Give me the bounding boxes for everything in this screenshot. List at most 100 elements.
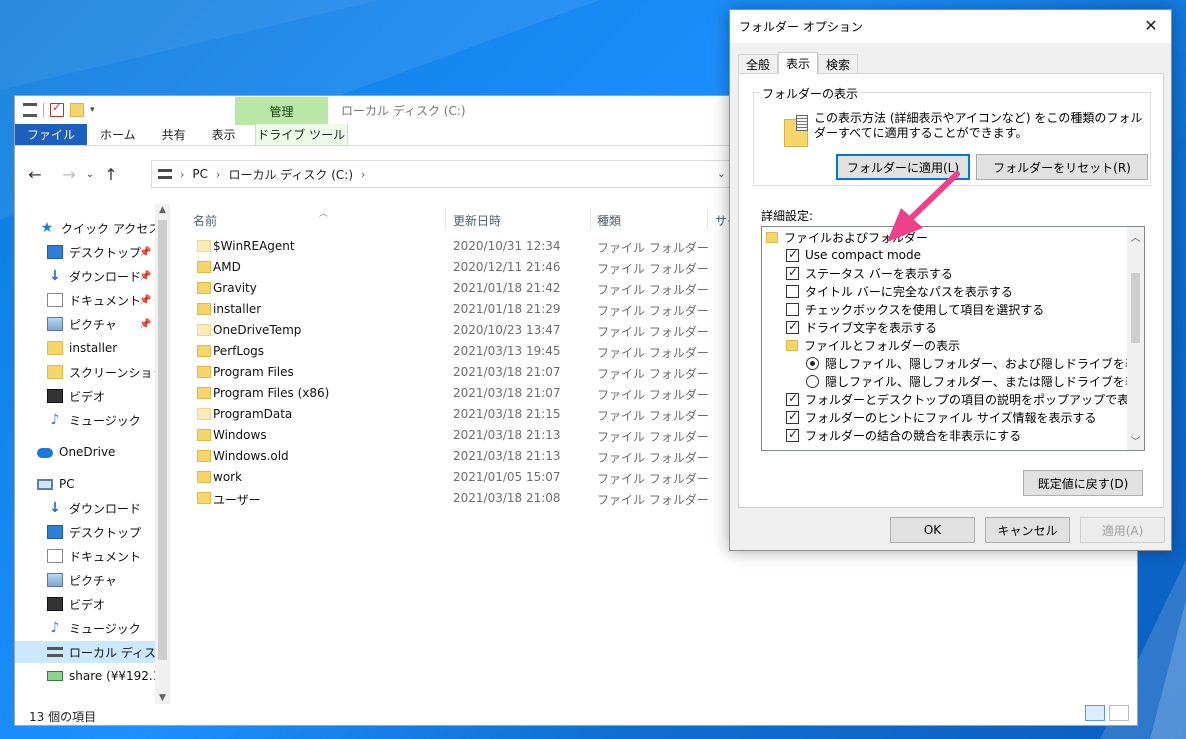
properties-check-icon[interactable]	[50, 101, 64, 117]
advanced-setting-item[interactable]: Use compact mode	[762, 246, 1128, 264]
table-row[interactable]: Windows.old 2021/03/18 21:13 ファイル フォルダー	[185, 446, 725, 467]
checkbox[interactable]	[786, 265, 799, 280]
advanced-settings-scrollbar[interactable]: ︿ ﹀	[1127, 227, 1144, 450]
table-row[interactable]: PerfLogs 2021/03/13 19:45 ファイル フォルダー	[185, 341, 725, 362]
advanced-setting-item[interactable]: 隠しファイル、隠しフォルダー、および隠しドライブを表示する	[762, 354, 1144, 372]
checkbox[interactable]	[786, 302, 799, 316]
manage-contextual-tab[interactable]: 管理	[235, 97, 328, 125]
column-header-date[interactable]: 更新日時	[453, 208, 501, 232]
checkbox[interactable]	[786, 284, 799, 298]
sidebar-item-desktop[interactable]: デスクトップ 📌	[15, 241, 170, 263]
advanced-setting-item[interactable]: ドライブ文字を表示する	[762, 318, 1128, 336]
apply-to-folders-button[interactable]: フォルダーに適用(L)	[836, 154, 970, 180]
checkbox[interactable]	[786, 247, 799, 262]
recent-locations-chevron-icon[interactable]: ⌄	[81, 162, 99, 186]
forward-arrow-icon[interactable]: →	[57, 162, 81, 186]
sidebar-item-pc-downloads[interactable]: ↓ ダウンロード	[15, 497, 170, 519]
tab-search[interactable]: 検索	[818, 54, 859, 74]
column-divider[interactable]	[590, 208, 591, 230]
checkbox[interactable]	[786, 391, 799, 406]
breadcrumb-pc[interactable]: PC	[192, 167, 208, 181]
close-icon[interactable]: ✕	[1141, 16, 1161, 35]
table-row[interactable]: Program Files (x86) 2021/03/18 21:07 ファイル …	[185, 383, 725, 404]
breadcrumb-local-disk[interactable]: ローカル ディスク (C:)	[228, 166, 353, 183]
sidebar-item-screenshots[interactable]: スクリーンショット	[15, 361, 170, 383]
cancel-button[interactable]: キャンセル	[985, 517, 1070, 543]
table-row[interactable]: Program Files 2021/03/18 21:07 ファイル フォルダー	[185, 362, 725, 383]
table-row[interactable]: work 2021/01/05 15:07 ファイル フォルダー	[185, 467, 725, 488]
radio-button[interactable]	[806, 374, 819, 388]
sidebar-item-pc-documents[interactable]: ドキュメント	[15, 545, 170, 567]
address-bar[interactable]: › PC › ローカル ディスク (C:) › ⌄	[151, 160, 731, 188]
reset-folders-button[interactable]: フォルダーをリセット(R)	[976, 154, 1148, 180]
tab-view[interactable]: 表示	[778, 52, 819, 74]
scroll-up-chevron-icon[interactable]: ︿	[1127, 229, 1144, 244]
table-row[interactable]: $WinREAgent 2020/10/31 12:34 ファイル フォルダー	[185, 236, 725, 257]
ok-button[interactable]: OK	[890, 517, 975, 543]
column-divider[interactable]	[445, 208, 446, 230]
table-row[interactable]: ユーザー 2021/03/18 21:08 ファイル フォルダー	[185, 488, 725, 509]
apply-button[interactable]: 適用(A)	[1080, 517, 1165, 543]
sidebar-item-pc[interactable]: PC	[15, 473, 170, 495]
checkbox[interactable]	[786, 427, 799, 442]
new-folder-icon[interactable]	[70, 103, 84, 117]
column-header-type[interactable]: 種類	[597, 208, 621, 232]
sidebar-item-onedrive[interactable]: OneDrive	[15, 441, 170, 463]
back-arrow-icon[interactable]: ←	[23, 162, 47, 186]
up-arrow-icon[interactable]: ↑	[99, 162, 123, 186]
sidebar-item-pictures[interactable]: ピクチャ 📌	[15, 313, 170, 335]
scroll-down-chevron-icon[interactable]: ▼	[155, 693, 170, 703]
details-view-icon[interactable]	[1085, 705, 1105, 721]
table-row[interactable]: installer 2021/01/18 21:29 ファイル フォルダー	[185, 299, 725, 320]
radio-button[interactable]	[806, 356, 819, 370]
scroll-up-chevron-icon[interactable]: ▲	[155, 205, 170, 215]
advanced-setting-item[interactable]: 隠しファイル、隠しフォルダー、または隠しドライブを表示しない	[762, 372, 1144, 390]
table-row[interactable]: AMD 2020/12/11 21:46 ファイル フォルダー	[185, 257, 725, 278]
sidebar-item-music[interactable]: ♪ ミュージック	[15, 409, 170, 431]
folder-icon	[766, 231, 778, 243]
scroll-down-chevron-icon[interactable]: ﹀	[1127, 433, 1144, 448]
column-header-name[interactable]: 名前 ︿	[193, 208, 328, 232]
file-name: Program Files (x86)	[213, 386, 330, 400]
sidebar-item-pc-pictures[interactable]: ピクチャ	[15, 569, 170, 591]
sidebar-item-local-disk[interactable]: ローカル ディスク (C:)	[15, 641, 170, 663]
sidebar-item-documents[interactable]: ドキュメント 📌	[15, 289, 170, 311]
tab-file[interactable]: ファイル	[15, 124, 88, 145]
tab-general[interactable]: 全般	[738, 54, 779, 74]
tab-home[interactable]: ホーム	[87, 124, 149, 145]
table-row[interactable]: OneDriveTemp 2020/10/23 13:47 ファイル フォルダー	[185, 320, 725, 341]
folder-views-group: フォルダーの表示 この表示方法 (詳細表示やアイコンなど) をこの種類のフォルダ…	[753, 85, 1151, 186]
sidebar-item-videos[interactable]: ビデオ	[15, 385, 170, 407]
scrollbar-thumb[interactable]	[1131, 273, 1140, 343]
sidebar-item-installer[interactable]: installer	[15, 337, 170, 359]
checkbox[interactable]	[786, 319, 799, 334]
checkbox[interactable]	[786, 409, 799, 424]
customize-toolbar-chevron-icon[interactable]: ▾	[90, 105, 95, 115]
advanced-setting-item[interactable]: チェックボックスを使用して項目を選択する	[762, 300, 1128, 318]
sidebar-item-network-share[interactable]: share (¥¥192.168	[15, 665, 170, 687]
sidebar-item-pc-music[interactable]: ♪ ミュージック	[15, 617, 170, 639]
advanced-setting-item[interactable]: フォルダーのヒントにファイル サイズ情報を表示する	[762, 408, 1128, 426]
large-icons-view-icon[interactable]	[1109, 705, 1129, 721]
restore-defaults-button[interactable]: 既定値に戻す(D)	[1023, 470, 1143, 496]
advanced-settings-list[interactable]: ファイルおよびフォルダー Use compact mode ステータス バーを表示す…	[761, 226, 1145, 451]
sidebar-item-quick-access[interactable]: ★ クイック アクセス	[15, 217, 170, 239]
file-name: PerfLogs	[213, 344, 265, 358]
sidebar-item-pc-videos[interactable]: ビデオ	[15, 593, 170, 615]
address-dropdown-chevron-icon[interactable]: ⌄	[717, 167, 726, 180]
sidebar-item-pc-desktop[interactable]: デスクトップ	[15, 521, 170, 543]
table-row[interactable]: Windows 2021/03/18 21:13 ファイル フォルダー	[185, 425, 725, 446]
advanced-setting-item[interactable]: フォルダーとデスクトップの項目の説明をポップアップで表示する	[762, 390, 1144, 408]
advanced-setting-item[interactable]: フォルダーの結合の競合を非表示にする	[762, 426, 1128, 444]
tab-view[interactable]: 表示	[199, 124, 249, 145]
scrollbar-thumb[interactable]	[158, 220, 167, 660]
sidebar-item-downloads[interactable]: ↓ ダウンロード 📌	[15, 265, 170, 287]
tab-share[interactable]: 共有	[149, 124, 199, 145]
column-divider[interactable]	[707, 208, 708, 230]
table-row[interactable]: ProgramData 2021/03/18 21:15 ファイル フォルダー	[185, 404, 725, 425]
navigation-pane-scrollbar[interactable]: ▲ ▼	[155, 204, 170, 704]
advanced-setting-item[interactable]: ステータス バーを表示する	[762, 264, 1128, 282]
table-row[interactable]: Gravity 2021/01/18 21:42 ファイル フォルダー	[185, 278, 725, 299]
tab-drive-tools[interactable]: ドライブ ツール	[254, 124, 348, 145]
advanced-setting-item[interactable]: タイトル バーに完全なパスを表示する	[762, 282, 1128, 300]
